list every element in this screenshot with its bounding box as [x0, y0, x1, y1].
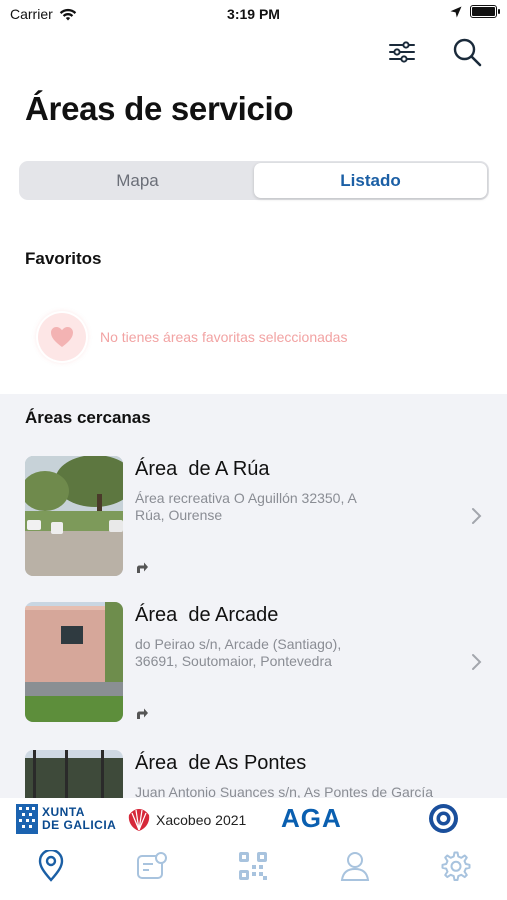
card-icon [137, 852, 168, 879]
xunta-line2: DE GALICIA [42, 818, 117, 832]
area-name: Área de Arcade [135, 604, 279, 626]
settings-icon [441, 851, 471, 881]
area-list-item[interactable]: Área de Arcade do Peirao s/n, Arcade (Sa… [0, 602, 507, 732]
location-arrow-icon [450, 6, 462, 17]
area-photo [25, 456, 123, 576]
area-list-item[interactable]: Área de A Rúa Área recreativa O Aguillón… [0, 456, 507, 586]
xunta-emblem-icon [16, 804, 38, 834]
area-address: do Peirao s/n, Arcade (Santiago), 36691,… [135, 636, 342, 669]
segment-listado[interactable]: Listado [254, 163, 487, 198]
tab-settings[interactable] [436, 846, 476, 886]
seal-logo-icon [429, 804, 458, 833]
filter-icon[interactable] [386, 36, 418, 68]
profile-icon [340, 852, 369, 881]
tab-map[interactable] [31, 846, 71, 886]
search-icon[interactable] [451, 36, 483, 68]
battery-icon [470, 5, 500, 18]
nearby-section: Áreas cercanas Área de A Rúa Área recrea… [0, 394, 507, 798]
xacobeo-logo: Xacobeo 2021 [126, 807, 246, 833]
area-address: Área recreativa O Aguillón 32350, A Rúa,… [135, 490, 357, 523]
chevron-right-icon [472, 508, 482, 524]
view-segmented-control: Mapa Listado [19, 161, 489, 200]
segment-mapa[interactable]: Mapa [21, 163, 254, 198]
map-pin-icon [38, 850, 63, 882]
area-address: Juan Antonio Suances s/n, As Pontes de G… [135, 784, 434, 798]
status-time: 3:19 PM [227, 6, 280, 22]
chevron-right-icon [472, 654, 482, 670]
status-bar: Carrier 3:19 PM [0, 0, 507, 30]
xacobeo-text: Xacobeo 2021 [156, 812, 247, 828]
nearby-title: Áreas cercanas [25, 408, 151, 427]
xunta-logo: XUNTA DE GALICIA [16, 804, 116, 834]
aga-logo: AGA [281, 803, 342, 833]
favorites-empty-state: No tienes áreas favoritas seleccionadas [38, 313, 347, 361]
area-photo [25, 602, 123, 722]
area-name: Área de A Rúa [135, 458, 270, 480]
tab-card[interactable] [132, 846, 172, 886]
heart-icon [38, 313, 86, 361]
favorites-title: Favoritos [25, 249, 102, 268]
directions-icon[interactable] [135, 706, 149, 720]
sponsors-bar: XUNTA DE GALICIA Xacobeo 2021 AGA [0, 798, 507, 840]
favorites-empty-text: No tienes áreas favoritas seleccionadas [100, 329, 348, 345]
tab-profile[interactable] [335, 846, 375, 886]
area-list-item[interactable]: Área de As Pontes Juan Antonio Suances s… [0, 750, 507, 798]
tab-qr[interactable] [233, 846, 273, 886]
tab-bar [0, 840, 507, 900]
directions-icon[interactable] [135, 560, 149, 574]
page-title: Áreas de servicio [25, 90, 294, 127]
area-photo [25, 750, 123, 798]
scallop-shell-icon [128, 809, 150, 831]
qr-code-icon [239, 852, 268, 880]
area-name: Área de As Pontes [135, 752, 307, 774]
